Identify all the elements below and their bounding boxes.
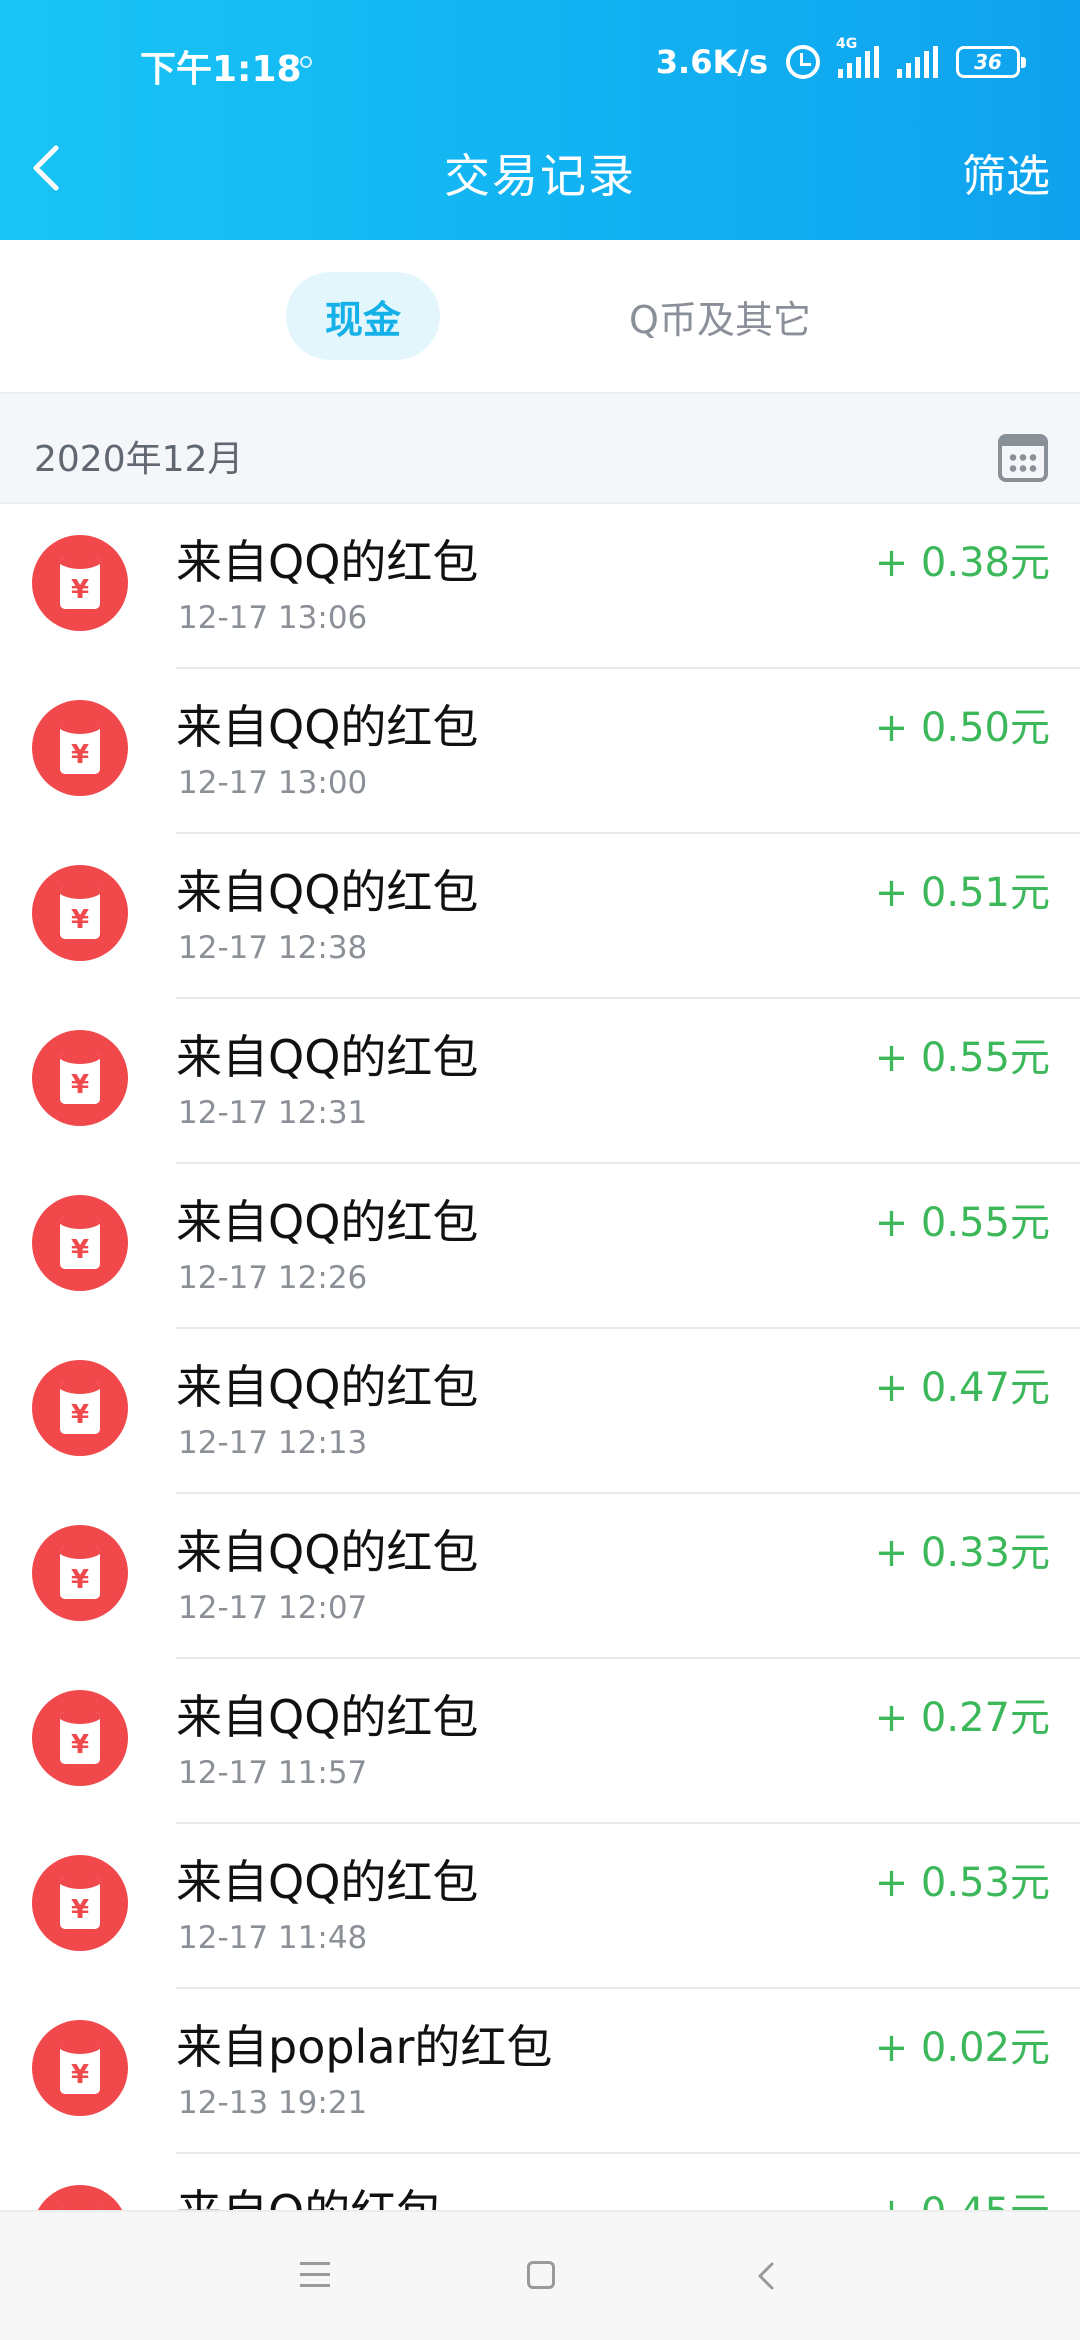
transaction-amount: + 0.02元 [874, 2025, 1050, 2071]
home-icon[interactable] [527, 2261, 555, 2289]
transaction-amount: + 0.38元 [874, 540, 1050, 586]
red-envelope-icon: ¥ [32, 1525, 128, 1621]
red-envelope-icon: ¥ [32, 2185, 128, 2210]
transaction-row[interactable]: ¥ 来自QQ的红包 12-17 12:38 + 0.51元 [0, 834, 1080, 999]
transaction-time: 12-17 11:57 [178, 1755, 368, 1791]
transaction-time: 12-17 11:48 [178, 1920, 368, 1956]
transaction-time: 12-17 12:38 [178, 930, 368, 966]
status-time: 下午1:18 [140, 49, 302, 90]
transaction-time: 12-17 12:13 [178, 1425, 368, 1461]
network-type: 4G [836, 36, 858, 52]
alarm-icon [786, 45, 820, 79]
red-envelope-icon: ¥ [32, 2020, 128, 2116]
transaction-title: 来自QQ的红包 [176, 1030, 479, 1084]
transaction-title: 来自QQ的红包 [176, 1195, 479, 1249]
cellular-4g-signal-icon: 4G [836, 36, 879, 78]
transaction-title: 来自QQ的红包 [176, 700, 479, 754]
battery-level: 36 [974, 50, 1002, 74]
transaction-title: 来自QQ的红包 [176, 1360, 479, 1414]
red-envelope-icon: ¥ [32, 1690, 128, 1786]
transaction-time: 12-17 12:07 [178, 1590, 368, 1626]
transaction-title: 来自QQ的红包 [176, 535, 479, 589]
transaction-time: 12-17 13:00 [178, 765, 368, 801]
transaction-row[interactable]: ¥ 来自QQ的红包 12-17 12:26 + 0.55元 [0, 1164, 1080, 1329]
transaction-row[interactable]: ¥ 来自QQ的红包 12-17 12:07 + 0.33元 [0, 1494, 1080, 1659]
header-bar: 下午1:18 3.6K/s 4G 36 交易记录 筛选 [0, 0, 1080, 240]
status-indicators: 3.6K/s 4G 36 [655, 36, 1026, 84]
transaction-row[interactable]: ¥ 来自QQ的红包 12-17 12:13 + 0.47元 [0, 1329, 1080, 1494]
transaction-title: 来自QQ的红包 [176, 1855, 479, 1909]
calendar-icon[interactable] [998, 434, 1048, 482]
transaction-time: 12-17 12:26 [178, 1260, 368, 1296]
tab-bar: 现金 Q币及其它 [0, 240, 1080, 392]
transaction-amount: + 0.45元 [875, 2180, 1050, 2210]
page-title: 交易记录 [444, 149, 636, 203]
transaction-amount: + 0.47元 [874, 1365, 1050, 1411]
transaction-amount: + 0.55元 [874, 1200, 1050, 1246]
red-envelope-icon: ¥ [32, 1030, 128, 1126]
transaction-row[interactable]: ¥ 来自QQ的红包 12-17 12:31 + 0.55元 [0, 999, 1080, 1164]
transaction-time: 12-17 12:31 [178, 1095, 368, 1131]
transaction-amount: + 0.50元 [874, 705, 1050, 751]
transaction-time: 12-17 13:06 [178, 600, 368, 636]
cellular-signal-icon [897, 46, 938, 78]
transaction-title: 来自QQ的红包 [176, 865, 479, 919]
transaction-list[interactable]: ¥ 来自QQ的红包 12-17 13:06 + 0.38元 ¥ 来自QQ的红包 … [0, 504, 1080, 2210]
tab-cash[interactable]: 现金 [286, 272, 440, 360]
transaction-amount: + 0.53元 [874, 1860, 1050, 1906]
transaction-title: 来自QQ的红包 [176, 1525, 479, 1579]
transaction-row[interactable]: ¥ 来自QQ的红包 12-17 11:48 + 0.53元 [0, 1824, 1080, 1989]
notification-dot-icon [300, 56, 312, 68]
transaction-title: 来自poplar的红包 [176, 2020, 553, 2074]
menu-icon[interactable] [300, 2262, 330, 2288]
red-envelope-icon: ¥ [32, 1360, 128, 1456]
transaction-title: 来自QQ的红包 [176, 1690, 479, 1744]
month-header: 2020年12月 [0, 392, 1080, 504]
red-envelope-icon: ¥ [32, 700, 128, 796]
battery-icon: 36 [956, 46, 1026, 78]
tab-qcoin-and-others[interactable]: Q币及其它 [600, 272, 840, 360]
red-envelope-icon: ¥ [32, 1195, 128, 1291]
red-envelope-icon: ¥ [32, 865, 128, 961]
filter-button[interactable]: 筛选 [962, 140, 1050, 204]
month-label: 2020年12月 [34, 439, 244, 480]
transaction-row[interactable]: ¥ 来自Q的红包 + 0.45元 [0, 2154, 1080, 2210]
transaction-time: 12-13 19:21 [178, 2085, 368, 2121]
transaction-row[interactable]: ¥ 来自QQ的红包 12-17 11:57 + 0.27元 [0, 1659, 1080, 1824]
red-envelope-icon: ¥ [32, 1855, 128, 1951]
transaction-row[interactable]: ¥ 来自poplar的红包 12-13 19:21 + 0.02元 [0, 1989, 1080, 2154]
transaction-row[interactable]: ¥ 来自QQ的红包 12-17 13:06 + 0.38元 [0, 504, 1080, 669]
transaction-amount: + 0.51元 [874, 870, 1050, 916]
status-bar: 下午1:18 3.6K/s 4G 36 [0, 0, 1080, 124]
transaction-amount: + 0.33元 [874, 1530, 1050, 1576]
network-speed: 3.6K/s [655, 43, 768, 81]
red-envelope-icon: ¥ [32, 535, 128, 631]
transaction-amount: + 0.27元 [874, 1695, 1050, 1741]
transaction-amount: + 0.55元 [874, 1035, 1050, 1081]
transaction-row[interactable]: ¥ 来自QQ的红包 12-17 13:00 + 0.50元 [0, 669, 1080, 834]
system-navigation-bar [0, 2210, 1080, 2340]
transaction-title: 来自Q的红包 [176, 2176, 442, 2210]
back-nav-icon[interactable] [752, 2260, 782, 2292]
